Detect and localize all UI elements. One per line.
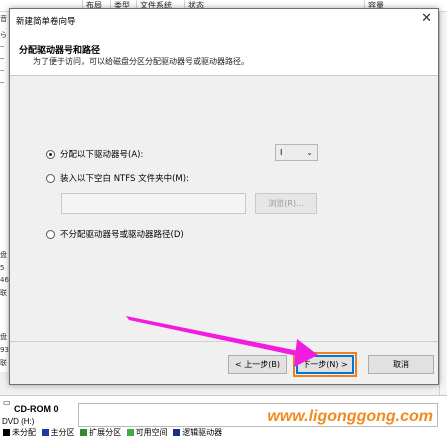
background-scrollbar[interactable]	[439, 12, 447, 402]
legend-swatch-extended	[80, 429, 88, 436]
back-button[interactable]: < 上一步(B)	[228, 355, 287, 374]
close-icon[interactable]: ✕	[421, 12, 432, 26]
folder-path-input[interactable]	[61, 193, 246, 214]
footer-divider	[10, 341, 438, 342]
left-fragment: 46	[0, 276, 9, 284]
legend-label: 可用空间	[135, 428, 168, 437]
option-no-assign[interactable]: 不分配驱动器号或驱动器路径(D)	[46, 228, 184, 240]
watermark: www.ligonggong.com	[267, 408, 433, 425]
legend: 未分配 主分区 扩展分区 可用空间 逻辑驱动器	[0, 427, 447, 438]
left-fragment: ‒	[0, 42, 5, 50]
disk-sub-label: DVD (H:)	[2, 417, 35, 426]
left-fragment: ‒	[0, 54, 5, 62]
drive-letter-select[interactable]: I ⌄	[275, 144, 318, 161]
dialog-header: 分配驱动器号和路径 为了便于访问，可以给磁盘分区分配驱动器号或驱动器路径。	[10, 31, 438, 76]
volume-list-edge: 音 ら ‒ ‒ ‒ ‒ 盘 5 46 联 盘 93 联	[0, 12, 9, 372]
legend-label: 逻辑驱动器	[182, 428, 223, 437]
legend-label: 未分配	[12, 428, 36, 437]
legend-label: 扩展分区	[89, 428, 122, 437]
page-subtitle: 为了便于访问，可以给磁盘分区分配驱动器号或驱动器路径。	[33, 57, 249, 66]
option-assign-letter[interactable]: 分配以下驱动器号(A):	[46, 148, 143, 160]
mount-folder-label: 装入以下空白 NTFS 文件夹中(M):	[60, 174, 189, 184]
left-fragment: ら	[0, 31, 7, 39]
chevron-down-icon: ⌄	[306, 148, 313, 157]
legend-swatch-unallocated	[3, 429, 10, 436]
assign-letter-label: 分配以下驱动器号(A):	[60, 150, 144, 160]
left-fragment: 盘	[0, 251, 7, 259]
left-fragment: 93	[0, 346, 9, 354]
left-fragment: ‒	[0, 78, 5, 86]
dialog-title: 新建简单卷向导	[16, 17, 76, 27]
assign-letter-radio[interactable]	[46, 149, 55, 159]
disk-label[interactable]: CD-ROM 0	[14, 404, 59, 414]
dialog-titlebar[interactable]: 新建简单卷向导 ✕	[10, 9, 438, 31]
legend-swatch-free	[126, 429, 134, 436]
legend-swatch-logical	[173, 429, 181, 436]
left-fragment: ‒	[0, 66, 5, 74]
browse-button[interactable]: 浏览(R)...	[255, 193, 317, 214]
next-button-highlight	[293, 352, 357, 377]
left-fragment: 盘	[0, 333, 7, 341]
mount-folder-radio[interactable]	[46, 173, 55, 183]
cancel-button[interactable]: 取消	[368, 355, 434, 374]
legend-swatch-primary	[41, 429, 49, 436]
left-fragment: 联	[0, 359, 7, 367]
option-mount-folder[interactable]: 装入以下空白 NTFS 文件夹中(M):	[46, 172, 189, 184]
left-fragment: 音	[0, 15, 7, 23]
legend-label: 主分区	[50, 428, 75, 437]
page-title: 分配驱动器号和路径	[19, 46, 101, 56]
no-assign-radio[interactable]	[46, 229, 55, 239]
left-fragment: 联	[0, 289, 7, 297]
left-fragment: 5	[0, 264, 5, 272]
no-assign-label: 不分配驱动器号或驱动器路径(D)	[60, 230, 184, 240]
new-simple-volume-wizard: 新建简单卷向导 ✕ 分配驱动器号和路径 为了便于访问，可以给磁盘分区分配驱动器号…	[9, 8, 439, 385]
drive-letter-value: I	[280, 148, 283, 157]
disk-icon: ▭	[3, 398, 11, 407]
